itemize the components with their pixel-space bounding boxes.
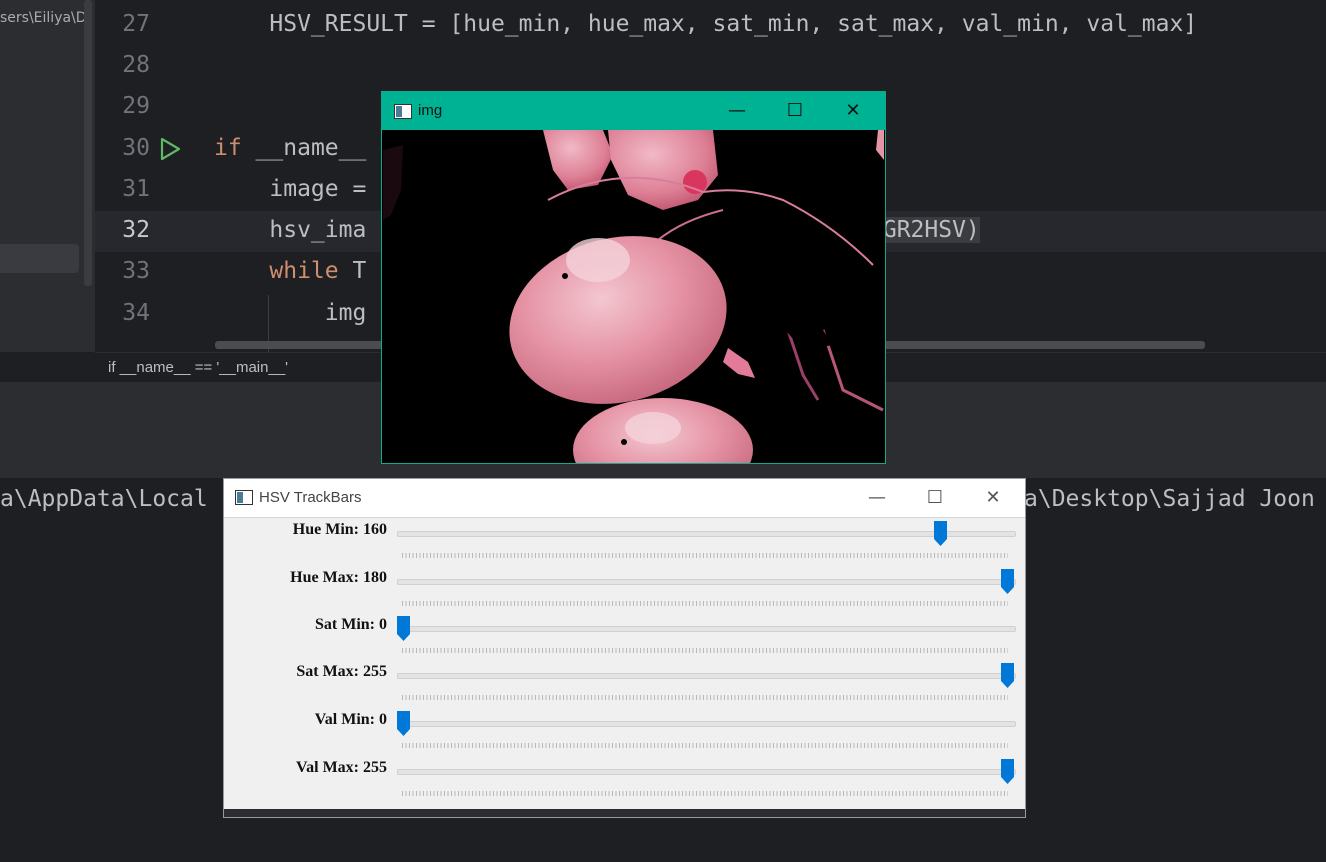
trackbar-window-titlebar[interactable]: HSV TrackBars — ☐ ✕ (224, 479, 1025, 518)
app-icon (235, 490, 253, 505)
trackbar-thumb[interactable] (397, 616, 410, 641)
trackbar-sat-max: Sat Max: 255 (224, 663, 1025, 710)
trackbar-ticks (402, 553, 1008, 558)
trackbar-track[interactable] (397, 769, 1016, 775)
code-line-tail[interactable]: BGR2HSV) (869, 217, 980, 243)
trackbar-ticks (402, 695, 1008, 700)
trackbar-label: Val Max: 255 (296, 759, 387, 776)
maximize-button[interactable]: ☐ (906, 479, 964, 517)
trackbar-hue-max: Hue Max: 180 (224, 569, 1025, 616)
code-keyword: if (214, 135, 242, 161)
code-line[interactable]: while T (214, 258, 366, 284)
trackbar-label: Hue Max: 180 (290, 569, 387, 586)
trackbar-thumb[interactable] (397, 711, 410, 736)
close-button[interactable]: ✕ (964, 479, 1022, 517)
line-number: 30 (122, 135, 150, 161)
trackbar-label: Val Min: 0 (314, 711, 387, 728)
code-text: __name__ (241, 135, 367, 161)
minimize-button[interactable]: — (708, 92, 766, 130)
trackbar-label: Sat Max: 255 (296, 663, 387, 680)
line-number: 27 (122, 11, 150, 37)
trackbar-ticks (402, 743, 1008, 748)
trackbar-sat-min: Sat Min: 0 (224, 616, 1025, 663)
trackbar-track[interactable] (397, 579, 1016, 585)
console-text-left: a\AppData\Local (0, 486, 208, 512)
code-line[interactable]: image = (214, 176, 366, 202)
img-window[interactable]: img — ☐ ✕ (382, 92, 885, 463)
trackbar-val-min: Val Min: 0 (224, 711, 1025, 758)
line-number: 29 (122, 93, 150, 119)
project-panel-selection[interactable] (0, 244, 79, 273)
code-line[interactable]: hsv_ima (214, 217, 366, 243)
trackbar-thumb[interactable] (1001, 663, 1014, 688)
app-icon (394, 104, 412, 119)
trackbar-ticks (402, 601, 1008, 606)
line-number: 28 (122, 52, 150, 78)
trackbar-label: Hue Min: 160 (292, 521, 387, 538)
code-line[interactable]: HSV_RESULT = [hue_min, hue_max, sat_min,… (214, 11, 1197, 37)
img-window-titlebar[interactable]: img — ☐ ✕ (382, 92, 885, 130)
line-number: 31 (122, 176, 150, 202)
trackbar-thumb[interactable] (1001, 759, 1014, 784)
console-text-right: a\Desktop\Sajjad Joon (1024, 486, 1315, 512)
maximize-button[interactable]: ☐ (766, 92, 824, 130)
trackbar-ticks (402, 791, 1008, 796)
masked-image-canvas[interactable] (383, 130, 884, 463)
trackbar-track[interactable] (397, 721, 1016, 727)
line-number: 34 (122, 300, 150, 326)
minimize-button[interactable]: — (848, 479, 906, 517)
run-icon[interactable] (157, 136, 183, 162)
trackbar-label: Sat Min: 0 (315, 616, 387, 633)
code-line[interactable]: img (214, 300, 367, 326)
window-title: HSV TrackBars (259, 489, 362, 506)
trackbar-ticks (402, 648, 1008, 653)
code-text: T (338, 258, 367, 284)
close-button[interactable]: ✕ (824, 92, 882, 130)
project-panel (0, 0, 95, 352)
code-line[interactable]: if __name__ (214, 135, 366, 161)
project-panel-scrollbar[interactable] (84, 0, 92, 286)
trackbar-hue-min: Hue Min: 160 (224, 521, 1025, 568)
breadcrumb[interactable]: if __name__ == '__main__' (108, 359, 288, 376)
project-path[interactable]: sers\Eiliya\D (0, 10, 95, 26)
window-title: img (418, 102, 443, 119)
trackbar-thumb[interactable] (1001, 569, 1014, 594)
trackbar-thumb[interactable] (933, 521, 947, 546)
trackbar-track[interactable] (397, 531, 1016, 537)
line-number: 32 (122, 217, 150, 243)
masked-balloon-image (383, 130, 884, 463)
trackbar-val-max: Val Max: 255 (224, 759, 1025, 806)
trackbar-track[interactable] (397, 673, 1016, 679)
line-number: 33 (122, 258, 150, 284)
trackbar-window[interactable]: HSV TrackBars — ☐ ✕ Hue Min: 160 Hue Max… (223, 478, 1026, 818)
trackbar-track[interactable] (397, 626, 1016, 632)
trackbar-window-bottom-border (224, 809, 1025, 817)
code-keyword: while (214, 258, 339, 284)
